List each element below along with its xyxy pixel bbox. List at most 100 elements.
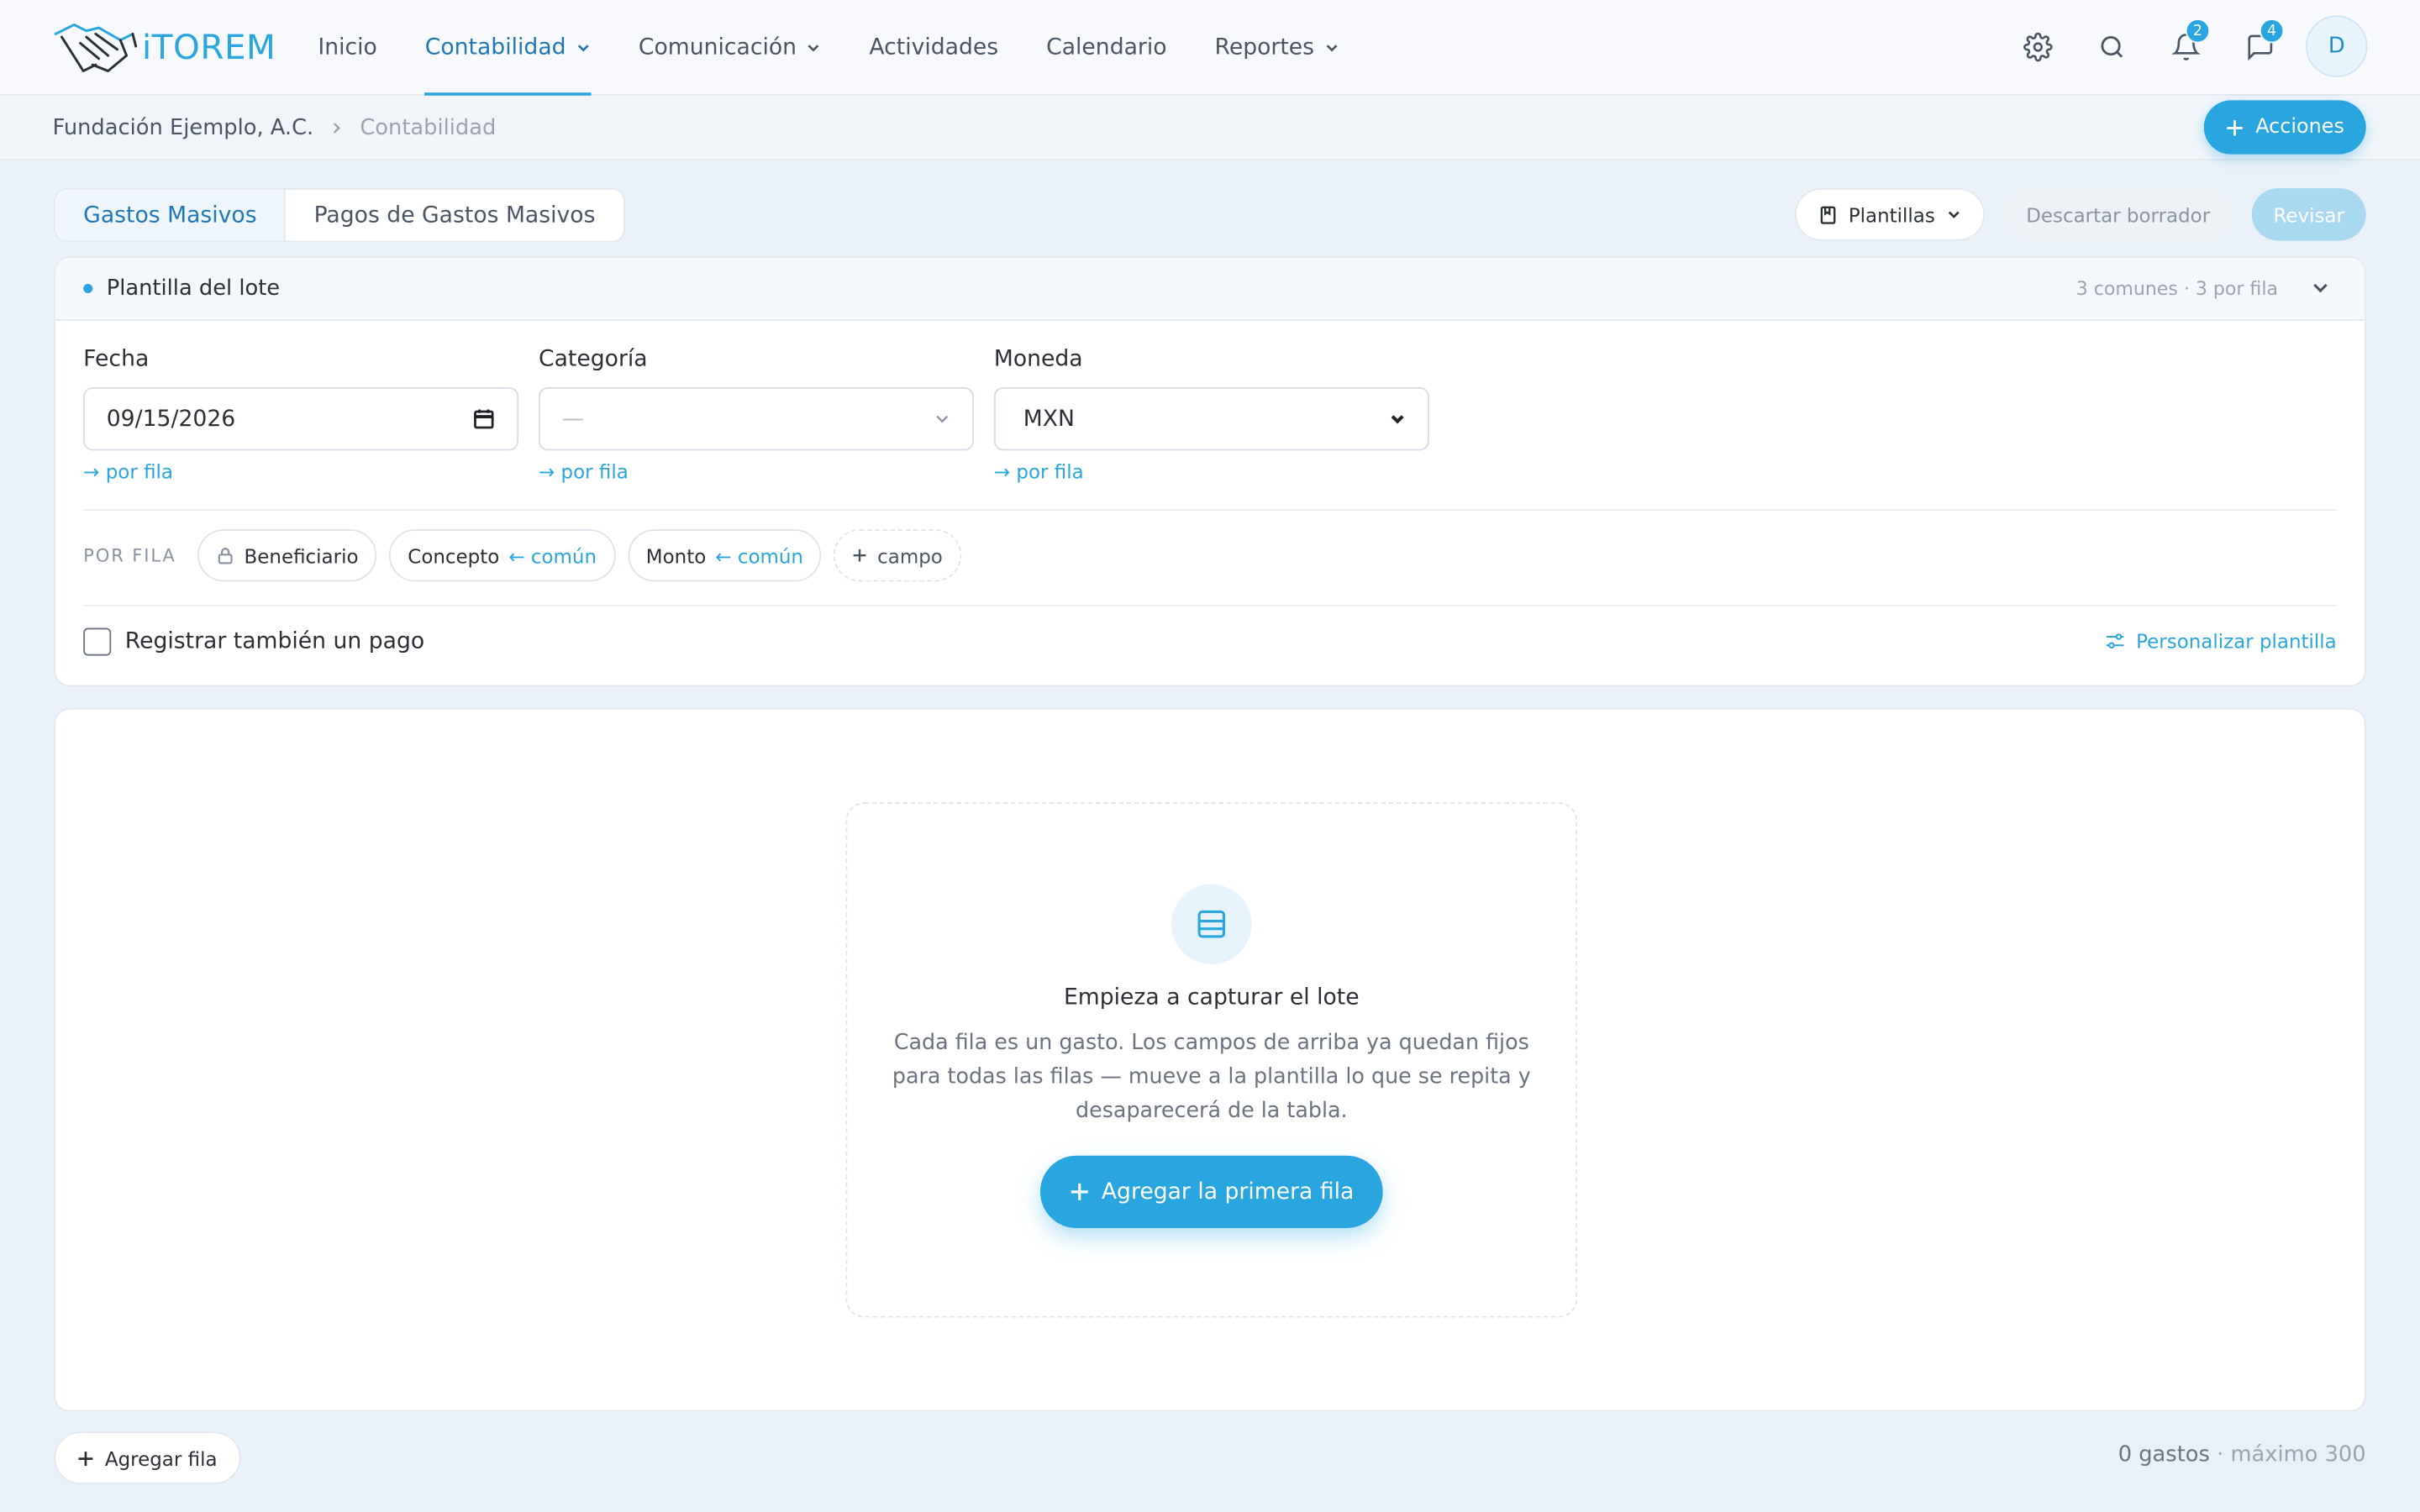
chip-monto[interactable]: Monto ← común xyxy=(627,528,823,582)
lock-icon xyxy=(216,546,234,564)
search-icon xyxy=(2096,32,2126,61)
chip-label: Concepto xyxy=(408,543,500,567)
toolbar: Plantillas Descartar borrador Revisar xyxy=(1794,188,2366,241)
status-dot xyxy=(83,283,93,293)
move-to-row-link[interactable]: → por fila xyxy=(83,459,518,483)
chevron-down-icon xyxy=(934,411,950,428)
bookmark-icon xyxy=(1818,204,1838,224)
gear-icon xyxy=(2023,31,2052,61)
chip-common-link[interactable]: ← común xyxy=(508,543,597,567)
empty-state-title: Empieza a capturar el lote xyxy=(1063,985,1360,1011)
add-field-label: campo xyxy=(877,543,943,567)
empty-state-description: Cada fila es un gasto. Los campos de arr… xyxy=(892,1030,1531,1124)
messages-badge: 4 xyxy=(2259,18,2285,44)
rows-card: Empieza a capturar el lote Cada fila es … xyxy=(54,708,2366,1412)
per-row-label: POR FILA xyxy=(83,544,176,567)
expense-count-value: 0 gastos xyxy=(2118,1442,2210,1467)
header-actions: 2 4 D xyxy=(2000,15,2368,77)
nav-item-label: Comunicación xyxy=(638,35,797,60)
breadcrumb: Fundación Ejemplo, A.C. Contabilidad xyxy=(52,96,496,160)
add-row-label: Agregar fila xyxy=(104,1446,218,1470)
field-label: Categoría xyxy=(539,347,648,372)
nav-item-inicio[interactable]: Inicio xyxy=(318,0,376,96)
table-icon xyxy=(1171,884,1252,964)
chip-common-link[interactable]: ← común xyxy=(715,543,803,567)
breadcrumb-org[interactable]: Fundación Ejemplo, A.C. xyxy=(52,116,313,140)
templates-label: Plantillas xyxy=(1848,202,1935,227)
add-row-button[interactable]: Agregar fila xyxy=(54,1431,241,1484)
brand-logo[interactable]: iTOREM xyxy=(52,18,276,77)
move-to-row-link[interactable]: → por fila xyxy=(994,459,1429,483)
chevron-down-icon xyxy=(576,40,591,55)
collapse-chevron-icon[interactable] xyxy=(2311,278,2331,298)
main-nav: Inicio Contabilidad Comunicación Activid… xyxy=(318,0,1386,96)
field-label: Fecha xyxy=(83,347,150,372)
nav-item-reportes[interactable]: Reportes xyxy=(1215,0,1339,96)
template-meta: 3 comunes · 3 por fila xyxy=(2075,277,2278,300)
actions-button[interactable]: Acciones xyxy=(2204,100,2366,155)
field-moneda: Moneda MXN → por fila xyxy=(993,347,1429,483)
chip-label: Monto xyxy=(645,543,707,567)
date-input[interactable]: 09/15/2026 xyxy=(83,387,519,451)
search-button[interactable] xyxy=(2075,15,2149,76)
nav-item-comunicacion[interactable]: Comunicación xyxy=(639,0,822,96)
register-payment-checkbox[interactable] xyxy=(83,627,112,656)
customize-template-label: Personalizar plantilla xyxy=(2136,629,2337,653)
plus-icon xyxy=(853,548,868,563)
notifications-button[interactable]: 2 xyxy=(2149,15,2223,76)
plus-icon xyxy=(1069,1182,1089,1202)
per-row-fields: POR FILA Beneficiario Concepto ← común M… xyxy=(83,528,961,582)
sliders-icon xyxy=(2105,631,2125,651)
nav-item-label: Reportes xyxy=(1214,35,1315,60)
nav-item-contabilidad[interactable]: Contabilidad xyxy=(424,0,592,96)
chip-label: Beneficiario xyxy=(244,543,359,567)
field-label: Moneda xyxy=(993,347,1083,372)
messages-button[interactable]: 4 xyxy=(2223,15,2296,76)
nav-item-calendario[interactable]: Calendario xyxy=(1046,0,1166,96)
discard-draft-button[interactable]: Descartar borrador xyxy=(2006,188,2231,241)
templates-dropdown[interactable]: Plantillas xyxy=(1794,188,1985,241)
breadcrumb-bar: Fundación Ejemplo, A.C. Contabilidad Acc… xyxy=(0,95,2420,161)
register-payment-row: Registrar también un pago xyxy=(83,627,424,656)
category-select[interactable]: — xyxy=(539,387,974,451)
settings-button[interactable] xyxy=(2000,15,2074,76)
nav-item-actividades[interactable]: Actividades xyxy=(869,0,998,96)
template-header[interactable]: Plantilla del lote 3 comunes · 3 por fil… xyxy=(55,257,2365,322)
chip-beneficiario[interactable]: Beneficiario xyxy=(197,528,377,582)
field-categoria: Categoría — → por fila xyxy=(539,347,974,483)
chevron-down-icon xyxy=(1946,207,1961,222)
chevron-right-icon xyxy=(329,120,345,135)
app-root: iTOREM Inicio Contabilidad Comunicación … xyxy=(0,0,2420,1512)
nav-item-label: Inicio xyxy=(318,35,377,60)
nav-item-label: Contabilidad xyxy=(424,35,566,60)
nav-item-label: Actividades xyxy=(869,35,999,60)
divider xyxy=(83,604,2337,606)
chevron-down-icon xyxy=(806,40,821,55)
customize-template-link[interactable]: Personalizar plantilla xyxy=(2105,629,2337,653)
date-value: 09/15/2026 xyxy=(106,406,236,432)
tab-gastos-masivos[interactable]: Gastos Masivos xyxy=(55,189,287,241)
breadcrumb-section: Contabilidad xyxy=(360,115,497,141)
add-field-chip[interactable]: campo xyxy=(834,528,961,582)
user-avatar[interactable]: D xyxy=(2306,15,2368,77)
handshake-logo-icon xyxy=(52,18,139,77)
top-navbar: iTOREM Inicio Contabilidad Comunicación … xyxy=(0,0,2420,96)
review-button[interactable]: Revisar xyxy=(2251,188,2366,241)
chevron-down-icon xyxy=(1389,411,1406,428)
common-fields: Fecha 09/15/2026 → por fila Categoría — … xyxy=(83,347,1429,483)
calendar-icon[interactable] xyxy=(472,407,496,431)
plus-icon xyxy=(2226,118,2244,137)
chip-concepto[interactable]: Concepto ← común xyxy=(389,528,616,582)
category-value: — xyxy=(561,406,585,432)
expense-max: · máximo 300 xyxy=(2217,1442,2366,1467)
batch-template-card: Plantilla del lote 3 comunes · 3 por fil… xyxy=(54,255,2366,687)
tab-pagos-gastos-masivos[interactable]: Pagos de Gastos Masivos xyxy=(287,190,623,241)
notifications-badge: 2 xyxy=(2185,18,2211,44)
logo-text: iTOREM xyxy=(141,28,276,67)
expense-count: 0 gastos · máximo 300 xyxy=(2118,1442,2366,1467)
register-payment-label[interactable]: Registrar también un pago xyxy=(125,629,424,654)
template-title: Plantilla del lote xyxy=(106,276,281,302)
add-first-row-button[interactable]: Agregar la primera fila xyxy=(1039,1155,1384,1229)
move-to-row-link[interactable]: → por fila xyxy=(539,459,974,483)
currency-select[interactable]: MXN xyxy=(993,387,1429,451)
